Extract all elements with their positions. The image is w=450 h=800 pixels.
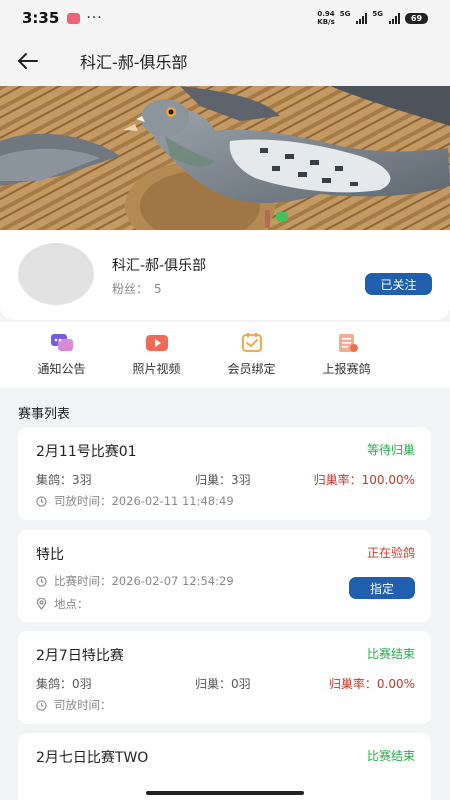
race-card[interactable]: 特比 正在验鸽 比赛时间：2026-02-07 12:54:29 地点： 指定 — [18, 530, 431, 622]
race-status: 比赛结束 — [366, 749, 415, 763]
signal-icon — [356, 12, 368, 24]
menu-notice[interactable]: 通知公告 — [14, 322, 109, 388]
race-stats: 集鸽：0羽 归巢：0羽 归巢率：0.00% — [36, 675, 415, 691]
signal-label-1: 5G — [339, 10, 351, 18]
race-name: 2月七日比赛TWO — [36, 750, 149, 766]
club-profile-card: 科汇-郝-俱乐部 粉丝： 5 已关注 — [0, 230, 450, 320]
menu-notice-label: 通知公告 — [37, 362, 86, 376]
race-time: 比赛时间：2026-02-07 12:54:29 — [54, 574, 234, 588]
race-status: 比赛结束 — [366, 647, 415, 661]
home-rate: 归巢率：0.00% — [328, 677, 415, 691]
race-list-title: 赛事列表 — [18, 407, 71, 422]
race-status: 等待归巢 — [366, 443, 415, 457]
more-notifications-icon: ··· — [86, 10, 103, 26]
fans-label: 粉丝： — [112, 282, 149, 296]
club-banner-image — [0, 86, 450, 230]
quick-menu: 通知公告 照片视频 会员绑定 上报赛鸽 — [0, 322, 450, 388]
race-card[interactable]: 2月七日比赛TWO 比赛结束 — [18, 733, 431, 800]
video-icon — [145, 335, 168, 351]
home-count: 归巢：3羽 — [195, 473, 251, 487]
home-indicator[interactable] — [146, 791, 304, 795]
page-title: 科汇-郝-俱乐部 — [80, 53, 188, 72]
collect-count: 集鸽：3羽 — [36, 473, 92, 487]
location-row: 地点： — [36, 596, 89, 612]
club-avatar — [18, 243, 94, 305]
menu-video-label: 照片视频 — [132, 362, 181, 376]
battery-icon: 69 — [405, 12, 428, 24]
release-time: 司放时间： — [54, 698, 112, 712]
menu-video[interactable]: 照片视频 — [109, 322, 204, 388]
menu-member-bind-label: 会员绑定 — [227, 362, 276, 376]
fans-count: 5 — [154, 282, 162, 296]
network-speed-value: 0.94 — [317, 10, 335, 18]
race-name: 特比 — [36, 547, 64, 563]
status-indicators: 0.94 KB/s 5G 5G 69 — [317, 10, 428, 26]
fans-info: 粉丝： 5 — [112, 280, 162, 297]
clock-icon — [36, 575, 47, 587]
app-notification-icon — [67, 12, 81, 24]
back-button[interactable] — [0, 36, 56, 86]
follow-button[interactable]: 已关注 — [365, 273, 432, 295]
signal-icon-2 — [389, 12, 400, 24]
status-time: 3:35 — [22, 9, 60, 27]
release-time: 司放时间：2026-02-11 11:48:49 — [54, 494, 234, 508]
home-count: 归巢：0羽 — [195, 677, 251, 691]
release-time-row: 司放时间：2026-02-11 11:48:49 — [36, 493, 234, 509]
status-bar: 3:35 ··· 0.94 KB/s 5G 5G 69 — [0, 0, 450, 36]
home-rate: 归巢率：100.00% — [313, 473, 415, 487]
member-bind-icon — [241, 333, 262, 352]
menu-report-label: 上报赛鸽 — [322, 362, 371, 376]
race-card[interactable]: 2月7日特比赛 比赛结束 集鸽：0羽 归巢：0羽 归巢率：0.00% 司放时间： — [18, 631, 431, 724]
race-name: 2月11号比赛01 — [36, 444, 137, 460]
collect-count: 集鸽：0羽 — [36, 677, 92, 691]
network-speed-unit: KB/s — [317, 18, 335, 26]
race-status: 正在验鸽 — [366, 546, 415, 560]
notice-icon — [50, 334, 73, 351]
race-stats: 集鸽：3羽 归巢：3羽 归巢率：100.00% — [36, 471, 415, 487]
club-name: 科汇-郝-俱乐部 — [112, 258, 207, 274]
menu-member-bind[interactable]: 会员绑定 — [204, 322, 299, 388]
arrow-left-icon — [18, 53, 38, 69]
race-name: 2月7日特比赛 — [36, 648, 124, 664]
signal-label-2: 5G — [372, 10, 383, 18]
report-icon — [338, 334, 358, 352]
race-card[interactable]: 2月11号比赛01 等待归巢 集鸽：3羽 归巢：3羽 归巢率：100.00% 司… — [18, 427, 431, 520]
assign-button[interactable]: 指定 — [349, 577, 415, 599]
release-time-row: 司放时间： — [36, 697, 112, 713]
location-pin-icon — [36, 598, 47, 610]
clock-icon — [36, 699, 47, 711]
network-speed: 0.94 KB/s — [317, 10, 334, 26]
race-time-row: 比赛时间：2026-02-07 12:54:29 — [36, 573, 234, 589]
nav-bar: 科汇-郝-俱乐部 — [0, 36, 450, 86]
location: 地点： — [54, 597, 89, 611]
clock-icon — [36, 495, 47, 507]
menu-report[interactable]: 上报赛鸽 — [299, 322, 394, 388]
